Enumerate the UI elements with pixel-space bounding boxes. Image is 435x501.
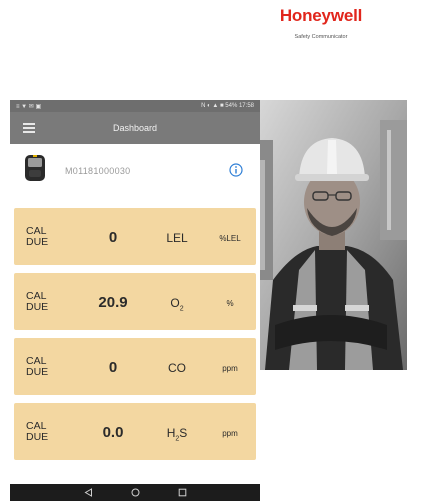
gas-name: CO <box>168 361 186 375</box>
cal-status: CAL DUE <box>26 225 49 248</box>
page-title: Dashboard <box>112 123 158 133</box>
info-icon[interactable] <box>229 163 243 177</box>
reading-value: 0.0 <box>102 424 124 441</box>
brand-logo: Honeywell <box>279 6 363 25</box>
phone-screen: ≡ ▼ ✉ ▣ N ◐ ▲ ■ 54% 17:58 Dashboard M011… <box>10 100 260 501</box>
app-bar: Dashboard <box>10 112 260 144</box>
back-icon[interactable] <box>84 488 93 497</box>
cal-status: CAL DUE <box>26 290 49 313</box>
reading-value: 0 <box>108 359 118 376</box>
reading-value: 20.9 <box>98 294 128 311</box>
gas-detector-icon <box>24 154 46 187</box>
brand-tagline: Safety Communicator <box>294 34 348 40</box>
status-bar: ≡ ▼ ✉ ▣ N ◐ ▲ ■ 54% 17:58 <box>10 100 260 112</box>
sensor-card-h2s[interactable]: CAL DUE 0.0 H2S ppm <box>14 403 256 460</box>
status-bar-right: N ◐ ▲ ■ 54% 17:58 <box>201 103 254 109</box>
reading-unit: % <box>226 299 234 308</box>
gas-name: H2S <box>166 426 188 443</box>
sensor-card-o2[interactable]: CAL DUE 20.9 O2 % <box>14 273 256 330</box>
device-serial: M01181000030 <box>65 166 131 176</box>
cal-status: CAL DUE <box>26 420 49 443</box>
brand: Honeywell Safety Communicator <box>266 6 376 41</box>
worker-photo <box>255 100 407 370</box>
sensor-card-lel[interactable]: CAL DUE 0 LEL %LEL <box>14 208 256 265</box>
system-nav-bar <box>10 484 260 501</box>
menu-icon[interactable] <box>23 123 35 133</box>
cal-status: CAL DUE <box>26 355 49 378</box>
reading-unit: ppm <box>222 364 238 373</box>
reading-unit: ppm <box>222 429 238 438</box>
sensor-card-co[interactable]: CAL DUE 0 CO ppm <box>14 338 256 395</box>
device-row[interactable]: M01181000030 <box>10 144 260 192</box>
sensor-list: CAL DUE 0 LEL %LEL CAL DUE 20.9 O2 % CAL… <box>14 208 256 468</box>
gas-name: O2 <box>170 296 184 313</box>
reading-value: 0 <box>108 229 118 246</box>
reading-unit: %LEL <box>219 234 241 243</box>
home-icon[interactable] <box>131 488 140 497</box>
status-bar-left: ≡ ▼ ✉ ▣ <box>16 103 42 110</box>
recents-icon[interactable] <box>178 488 187 497</box>
gas-name: LEL <box>166 231 188 245</box>
